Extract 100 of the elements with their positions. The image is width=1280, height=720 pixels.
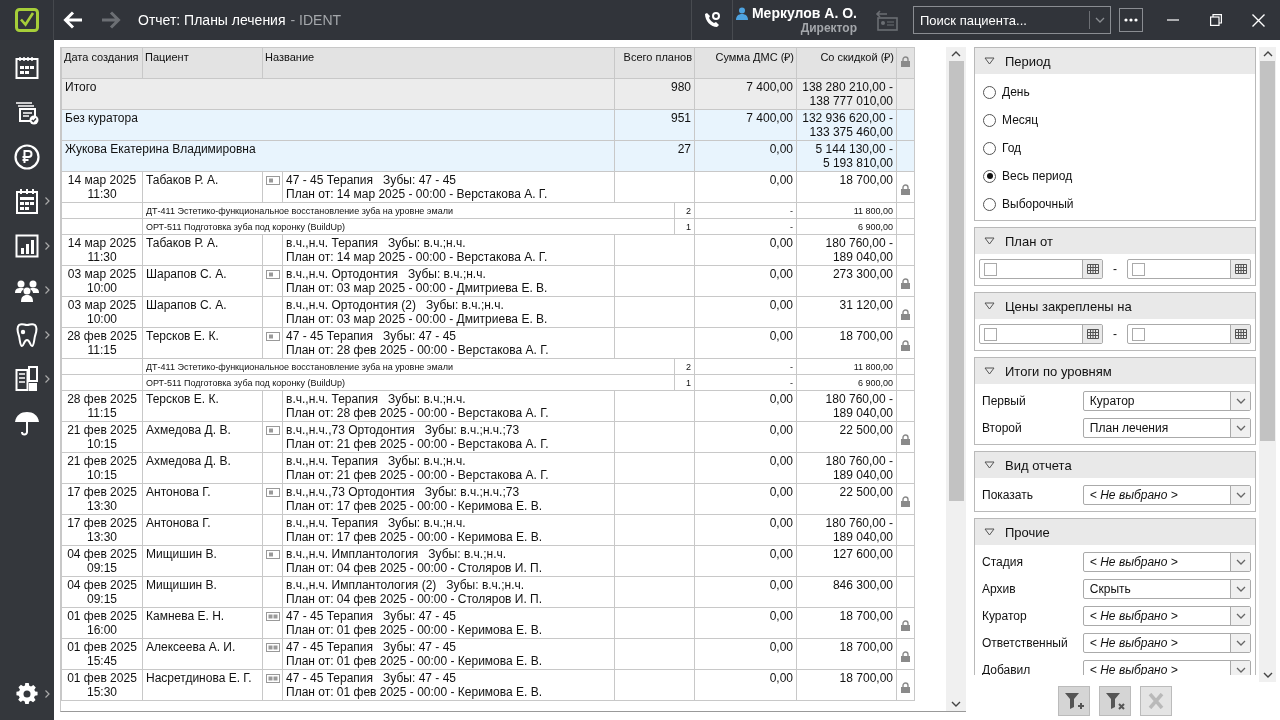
calendar-icon bbox=[1086, 264, 1099, 274]
radio-button[interactable] bbox=[983, 197, 996, 211]
chevron-icon bbox=[45, 330, 50, 339]
calendar-button[interactable] bbox=[1230, 325, 1250, 343]
user-name: Меркулов А. О. bbox=[751, 5, 857, 21]
radio-label[interactable]: Месяц bbox=[1002, 113, 1039, 127]
collapse-icon[interactable] bbox=[984, 461, 995, 469]
radio-button[interactable] bbox=[983, 141, 996, 155]
scroll-up-icon[interactable] bbox=[1262, 51, 1273, 57]
table-cell: 5 144 130,00 - 5 193 810,00 bbox=[796, 140, 897, 172]
radio-label[interactable]: Год bbox=[1002, 141, 1022, 155]
table-cell: 2 bbox=[674, 202, 695, 219]
lock-icon bbox=[901, 682, 910, 693]
column-header[interactable]: Сумма ДМС (₽) bbox=[694, 47, 797, 79]
column-header[interactable]: Дата создания bbox=[61, 47, 143, 79]
plan-description: 47 - 45 Терапия Зубы: 47 - 45 План от: 01 фев 2025 - 00:00 - Керимова Е. В. bbox=[282, 669, 615, 701]
scroll-up-icon[interactable] bbox=[951, 51, 961, 57]
checkbox[interactable] bbox=[1132, 262, 1145, 276]
caret-icon bbox=[1235, 639, 1246, 646]
calendar-button[interactable] bbox=[1082, 325, 1102, 343]
service-cell: ОРТ-511 Подготовка зуба под коронку (BuildUp) bbox=[142, 218, 675, 235]
table-cell: 18 700,00 bbox=[796, 669, 897, 701]
add-filter-button[interactable] bbox=[1058, 686, 1090, 716]
devices-icon bbox=[15, 365, 39, 392]
date-cell: 03 мар 2025 10:00 bbox=[61, 296, 143, 328]
filter-clear-icon bbox=[1105, 691, 1125, 711]
radio-label[interactable]: Весь период bbox=[1002, 169, 1073, 183]
dropdown[interactable]: < Не выбрано > bbox=[1082, 551, 1251, 572]
dropdown[interactable]: Скрыть bbox=[1082, 578, 1251, 599]
reset-icon bbox=[1148, 693, 1164, 709]
collapse-icon[interactable] bbox=[984, 528, 995, 536]
table-cell: 0,00 bbox=[694, 390, 797, 422]
radio-button[interactable] bbox=[983, 113, 996, 127]
radio-label[interactable]: День bbox=[1002, 85, 1030, 99]
column-header[interactable]: Всего планов bbox=[614, 47, 695, 79]
collapse-icon[interactable] bbox=[984, 367, 995, 375]
checkbox[interactable] bbox=[984, 327, 997, 341]
radio-label[interactable]: Выборочный bbox=[1002, 197, 1074, 211]
table-cell: 0,00 bbox=[694, 483, 797, 515]
field-label: Второй bbox=[982, 420, 1023, 435]
service-cell: ДТ-411 Эстетико-функциональное восстановление зуба на уровне эмали bbox=[142, 202, 675, 219]
calendar-button[interactable] bbox=[1082, 260, 1102, 278]
clear-filter-button[interactable] bbox=[1099, 686, 1131, 716]
radio-button[interactable] bbox=[983, 169, 996, 183]
settings-icon bbox=[16, 682, 38, 705]
table-cell: 31 120,00 bbox=[796, 296, 897, 328]
column-header[interactable]: Пациент bbox=[142, 47, 263, 79]
lock-icon bbox=[901, 620, 910, 631]
column-header[interactable]: Со скидкой (₽) bbox=[796, 47, 897, 79]
plan-description: в.ч.,н.ч.,73 Ортодонтия Зубы: в.ч.;н.ч.;73 План от: 17 фев 2025 - 00:00 - Керимова Е. В. bbox=[282, 483, 615, 515]
date-cell: 21 фев 2025 10:15 bbox=[61, 452, 143, 484]
dropdown[interactable]: План лечения bbox=[1082, 417, 1251, 438]
scrollbar[interactable] bbox=[1259, 47, 1276, 682]
table-cell: 127 600,00 bbox=[796, 545, 897, 577]
plan-description: в.ч.,н.ч. Имплантология (2) Зубы: в.ч.;н.ч. План от: 04 фев 2025 - 00:00 - Столяров И. П. bbox=[282, 576, 615, 608]
dropdown[interactable]: < Не выбрано > bbox=[1082, 605, 1251, 626]
dropdown[interactable]: < Не выбрано > bbox=[1082, 632, 1251, 653]
section-title: Период bbox=[1005, 53, 1051, 69]
radio-button[interactable] bbox=[983, 85, 996, 99]
scrollbar[interactable] bbox=[946, 47, 966, 711]
table-cell: 0,00 bbox=[694, 452, 797, 484]
scroll-down-icon[interactable] bbox=[1262, 672, 1273, 678]
umbrella-icon bbox=[14, 410, 40, 437]
calendar-icon bbox=[1234, 329, 1247, 339]
table-cell: - bbox=[694, 374, 797, 391]
collapse-icon[interactable] bbox=[984, 302, 995, 310]
patient-cell: Алексеева А. И. bbox=[142, 638, 263, 670]
table-cell: 0,00 bbox=[694, 669, 797, 701]
patient-cell: Антонова Г. bbox=[142, 483, 263, 515]
scroll-down-icon[interactable] bbox=[951, 701, 961, 707]
section-title: Вид отчета bbox=[1005, 457, 1072, 473]
column-header[interactable]: Название bbox=[262, 47, 615, 79]
date-field[interactable] bbox=[1127, 259, 1251, 279]
date-field[interactable] bbox=[979, 259, 1103, 279]
more-button[interactable] bbox=[1119, 8, 1143, 32]
table-cell: 18 700,00 bbox=[796, 638, 897, 670]
date-field[interactable] bbox=[979, 324, 1103, 344]
caret-icon bbox=[1235, 558, 1246, 565]
collapse-icon[interactable] bbox=[984, 237, 995, 245]
table-cell: 27 bbox=[614, 140, 695, 172]
date-cell: 17 фев 2025 13:30 bbox=[61, 483, 143, 515]
lock-icon bbox=[901, 340, 910, 351]
plan-description: 47 - 45 Терапия Зубы: 47 - 45 План от: 01 фев 2025 - 00:00 - Керимова Е. В. bbox=[282, 607, 615, 639]
table-cell: 0,00 bbox=[694, 234, 797, 266]
table-cell: 0,00 bbox=[694, 576, 797, 608]
field-label: Добавил bbox=[982, 662, 1032, 675]
collapse-icon[interactable] bbox=[984, 57, 995, 65]
patient-cell: Терсков Е. К. bbox=[142, 327, 263, 359]
calendar-button[interactable] bbox=[1230, 260, 1250, 278]
dropdown[interactable]: Куратор bbox=[1082, 390, 1251, 411]
dropdown[interactable]: < Не выбрано > bbox=[1082, 484, 1251, 505]
checkbox[interactable] bbox=[984, 262, 997, 276]
date-field[interactable] bbox=[1127, 324, 1251, 344]
checkbox[interactable] bbox=[1132, 327, 1145, 341]
tooth-icon bbox=[14, 321, 40, 348]
plan-description: в.ч.,н.ч. Имплантология Зубы: в.ч.;н.ч. План от: 04 фев 2025 - 00:00 - Столяров И. П. bbox=[282, 545, 615, 577]
patient-cell: Мищишин В. bbox=[142, 545, 263, 577]
date-cell: 28 фев 2025 11:15 bbox=[61, 390, 143, 422]
date-cell: 28 фев 2025 11:15 bbox=[61, 327, 143, 359]
range-separator: - bbox=[1113, 262, 1117, 276]
